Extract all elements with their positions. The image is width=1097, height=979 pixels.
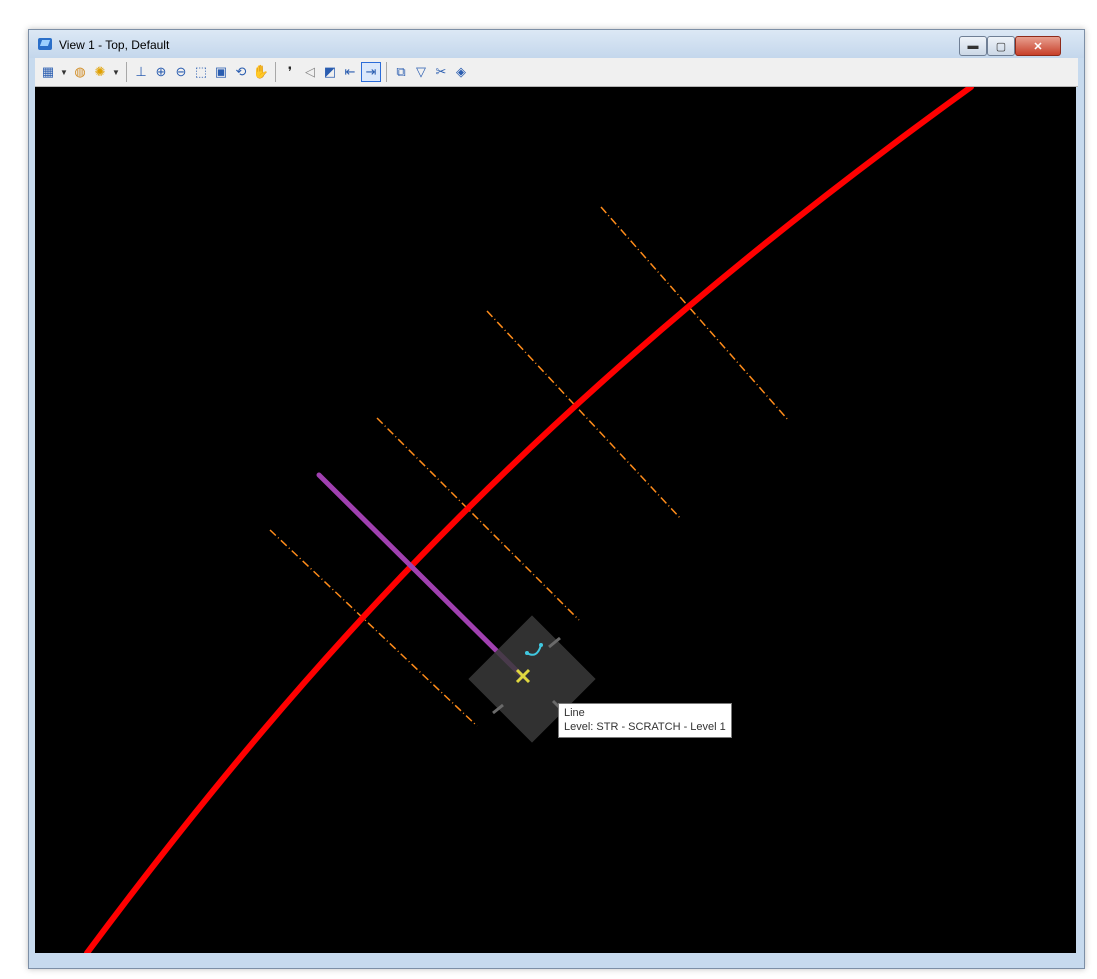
display-style-icon[interactable]: ◍: [71, 63, 89, 81]
alignment-curve[interactable]: [84, 87, 974, 953]
toolbar-separator: [386, 62, 387, 82]
toolbar-separator: [275, 62, 276, 82]
rotate-view-icon[interactable]: ⟲: [232, 63, 250, 81]
maximize-button[interactable]: ▢: [987, 36, 1015, 56]
view-previous-arrow-icon[interactable]: ⇤: [341, 63, 359, 81]
dropdown-arrow-icon[interactable]: ▼: [111, 63, 121, 81]
update-view-icon[interactable]: ⊥: [132, 63, 150, 81]
offset-line[interactable]: [376, 417, 580, 621]
copy-view-icon[interactable]: ⧉: [392, 63, 410, 81]
close-button[interactable]: ✕: [1015, 36, 1061, 56]
offset-line[interactable]: [486, 310, 682, 520]
drawing-viewport[interactable]: Line Level: STR - SCRATCH - Level 1: [35, 87, 1076, 953]
fit-view-icon[interactable]: ▣: [212, 63, 230, 81]
element-info-tooltip: Line Level: STR - SCRATCH - Level 1: [558, 703, 732, 738]
view-control-toolbar: ▦ ▼ ◍ ✺ ▼ ⊥ ⊕ ⊖ ⬚ ▣ ⟲ ✋ ❜ ◁ ◩ ⇤ ⇥ ⧉ ▽ ✂ …: [35, 58, 1078, 87]
walk-icon[interactable]: ❜: [281, 63, 299, 81]
tooltip-element-level: Level: STR - SCRATCH - Level 1: [564, 721, 726, 733]
offset-line[interactable]: [600, 206, 790, 422]
lighting-icon[interactable]: ✺: [91, 63, 109, 81]
view-next-arrow-icon[interactable]: ⇥: [361, 62, 381, 82]
drawing-canvas[interactable]: [35, 87, 1076, 953]
dropdown-arrow-icon[interactable]: ▼: [59, 63, 69, 81]
pan-view-icon[interactable]: ✋: [252, 63, 270, 81]
view-attributes-icon[interactable]: ▦: [39, 63, 57, 81]
view-window-icon: [38, 38, 52, 50]
zoom-in-icon[interactable]: ⊕: [152, 63, 170, 81]
view-window: View 1 - Top, Default ▬ ▢ ✕ ▦ ▼ ◍ ✺ ▼ ⊥ …: [28, 29, 1085, 969]
window-area-icon[interactable]: ⬚: [192, 63, 210, 81]
window-title: View 1 - Top, Default: [59, 38, 170, 52]
clip-mask-icon[interactable]: ✂: [432, 63, 450, 81]
clip-volume-icon[interactable]: ▽: [412, 63, 430, 81]
purple-line-element[interactable]: [316, 472, 526, 680]
toolbar-separator: [126, 62, 127, 82]
zoom-out-icon[interactable]: ⊖: [172, 63, 190, 81]
view-previous-icon[interactable]: ◁: [301, 63, 319, 81]
title-bar[interactable]: View 1 - Top, Default ▬ ▢ ✕: [29, 30, 1084, 58]
camera-icon[interactable]: ◈: [452, 63, 470, 81]
minimize-button[interactable]: ▬: [959, 36, 987, 56]
view-next-icon[interactable]: ◩: [321, 63, 339, 81]
offset-line[interactable]: [269, 529, 478, 727]
tooltip-element-type: Line: [564, 707, 585, 719]
